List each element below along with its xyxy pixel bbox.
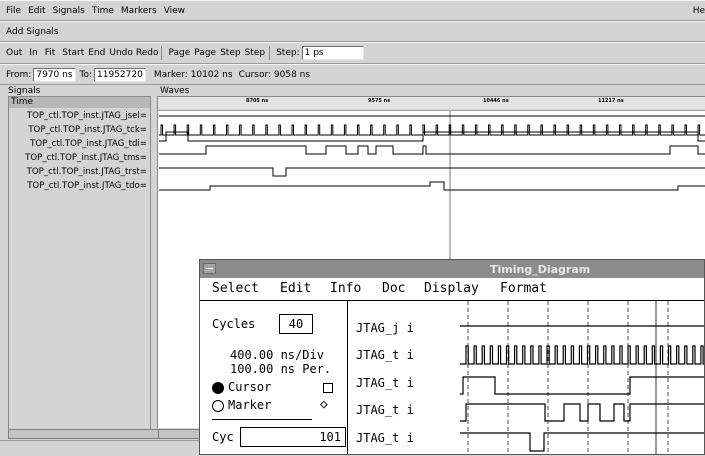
divider xyxy=(212,419,312,420)
end-button[interactable]: End xyxy=(88,48,105,58)
ns-per-readout: 100.00 ns Per. xyxy=(230,362,332,376)
menu-help[interactable]: He xyxy=(693,6,705,16)
cursor-checkbox[interactable] xyxy=(323,383,333,393)
step-back-button[interactable]: Step xyxy=(220,48,241,58)
timing-waveform-canvas xyxy=(460,301,704,454)
cycles-input[interactable]: 40 xyxy=(279,314,313,334)
page-forward-button[interactable]: Page xyxy=(194,48,216,58)
toolbar-separator xyxy=(269,46,271,60)
timing-menu-edit[interactable]: Edit xyxy=(280,278,311,300)
window-menu-icon[interactable] xyxy=(203,263,216,274)
toolbar: Out In Fit Start End Undo Redo Page Page… xyxy=(0,42,705,64)
menu-edit[interactable]: Edit xyxy=(28,6,45,16)
to-label: To: xyxy=(79,69,93,80)
signals-pane-title: Signals xyxy=(8,86,41,96)
menu-file[interactable]: File xyxy=(6,6,21,16)
waves-horizontal-scrollbar[interactable] xyxy=(158,429,203,439)
add-signals-button[interactable]: Add Signals xyxy=(6,27,59,37)
timing-signal-label[interactable]: JTAG_t i xyxy=(356,348,414,362)
wave-tck xyxy=(159,124,705,136)
cycles-label: Cycles xyxy=(212,317,256,331)
timing-signal-label[interactable]: JTAG_t i xyxy=(356,376,414,390)
timing-wave-tck xyxy=(460,345,704,365)
from-label: From: xyxy=(6,69,32,80)
signal-name-tdo[interactable]: TOP_ctl.TOP_inst.JTAG_tdo= xyxy=(9,180,150,192)
timing-menu-select[interactable]: Select xyxy=(212,278,259,300)
signal-name-tdi[interactable]: TOP_ctl.TOP_inst.JTAG_tdi= xyxy=(9,138,150,150)
page-back-button[interactable]: Page xyxy=(168,48,190,58)
undo-button[interactable]: Undo xyxy=(109,48,133,58)
timing-control-panel: Cycles 40 400.00 ns/Div 100.00 ns Per. C… xyxy=(200,301,348,454)
step-forward-button[interactable]: Step xyxy=(245,48,266,58)
timing-diagram-title-bar[interactable]: Timing_Diagram xyxy=(200,260,704,278)
signal-name-tck[interactable]: TOP_ctl.TOP_inst.JTAG_tck= xyxy=(9,124,150,136)
waves-pane-title: Waves xyxy=(160,86,190,96)
step-input[interactable]: 1 ps xyxy=(301,46,364,60)
menu-markers[interactable]: Markers xyxy=(121,6,157,16)
menu-signals[interactable]: Signals xyxy=(53,6,85,16)
cursor-radio[interactable] xyxy=(212,382,224,394)
menu-view[interactable]: View xyxy=(164,6,185,16)
marker-label: Marker xyxy=(228,398,272,412)
time-header[interactable]: Time xyxy=(9,97,150,108)
timing-diagram-title: Timing_Diagram xyxy=(490,263,591,276)
timing-menu-info[interactable]: Info xyxy=(330,278,361,300)
zoom-in-button[interactable]: In xyxy=(29,48,37,58)
add-signals-bar: Add Signals xyxy=(0,21,705,42)
timing-menu-doc[interactable]: Doc xyxy=(382,278,405,300)
wave-trst xyxy=(159,167,705,177)
fit-button[interactable]: Fit xyxy=(45,48,56,58)
marker-readout: Marker: 10102 ns xyxy=(153,69,233,80)
signal-name-jsel[interactable]: TOP_ctl.TOP_inst.JTAG_jsel= xyxy=(9,110,150,122)
timing-signal-label[interactable]: JTAG_j i xyxy=(356,321,414,335)
menu-time[interactable]: Time xyxy=(92,6,114,16)
redo-button[interactable]: Redo xyxy=(136,48,159,58)
timing-menu-display[interactable]: Display xyxy=(424,278,479,300)
menu-bar: File Edit Signals Time Markers View He xyxy=(0,0,705,21)
timing-signal-label[interactable]: JTAG_t i xyxy=(356,403,414,417)
start-button[interactable]: Start xyxy=(62,48,84,58)
step-label: Step: xyxy=(276,48,300,58)
ns-per-div-readout: 400.00 ns/Div xyxy=(230,348,324,362)
wave-tdo xyxy=(159,181,705,191)
cyc-input[interactable]: 101 xyxy=(240,427,346,447)
to-input[interactable]: 11952720 xyxy=(94,67,146,82)
cyc-label: Cyc xyxy=(212,430,234,444)
cursor-label: Cursor xyxy=(228,380,272,394)
cursor-readout: Cursor: 9058 ns xyxy=(238,69,311,80)
zoom-out-button[interactable]: Out xyxy=(6,48,22,58)
signal-name-tms[interactable]: TOP_ctl.TOP_inst.JTAG_tms= xyxy=(9,152,150,164)
timing-menu-format[interactable]: Format xyxy=(500,278,547,300)
timing-menu-bar: Select Edit Info Doc Display Format xyxy=(200,278,704,301)
timing-diagram-window[interactable]: Timing_Diagram Select Edit Info Doc Disp… xyxy=(199,259,705,455)
marker-radio[interactable] xyxy=(212,400,224,412)
signal-name-trst[interactable]: TOP_ctl.TOP_inst.JTAG_trst= xyxy=(9,166,150,178)
marker-diamond-icon[interactable]: ◇ xyxy=(320,397,328,412)
signals-horizontal-scrollbar[interactable] xyxy=(8,429,160,439)
wave-tms xyxy=(159,145,705,155)
from-input[interactable]: 7970 ns xyxy=(33,67,76,82)
toolbar-separator xyxy=(161,46,163,60)
timing-signal-label[interactable]: JTAG_t i xyxy=(356,431,414,445)
range-bar: From: 7970 ns To: 11952720 Marker: 10102… xyxy=(0,64,705,85)
